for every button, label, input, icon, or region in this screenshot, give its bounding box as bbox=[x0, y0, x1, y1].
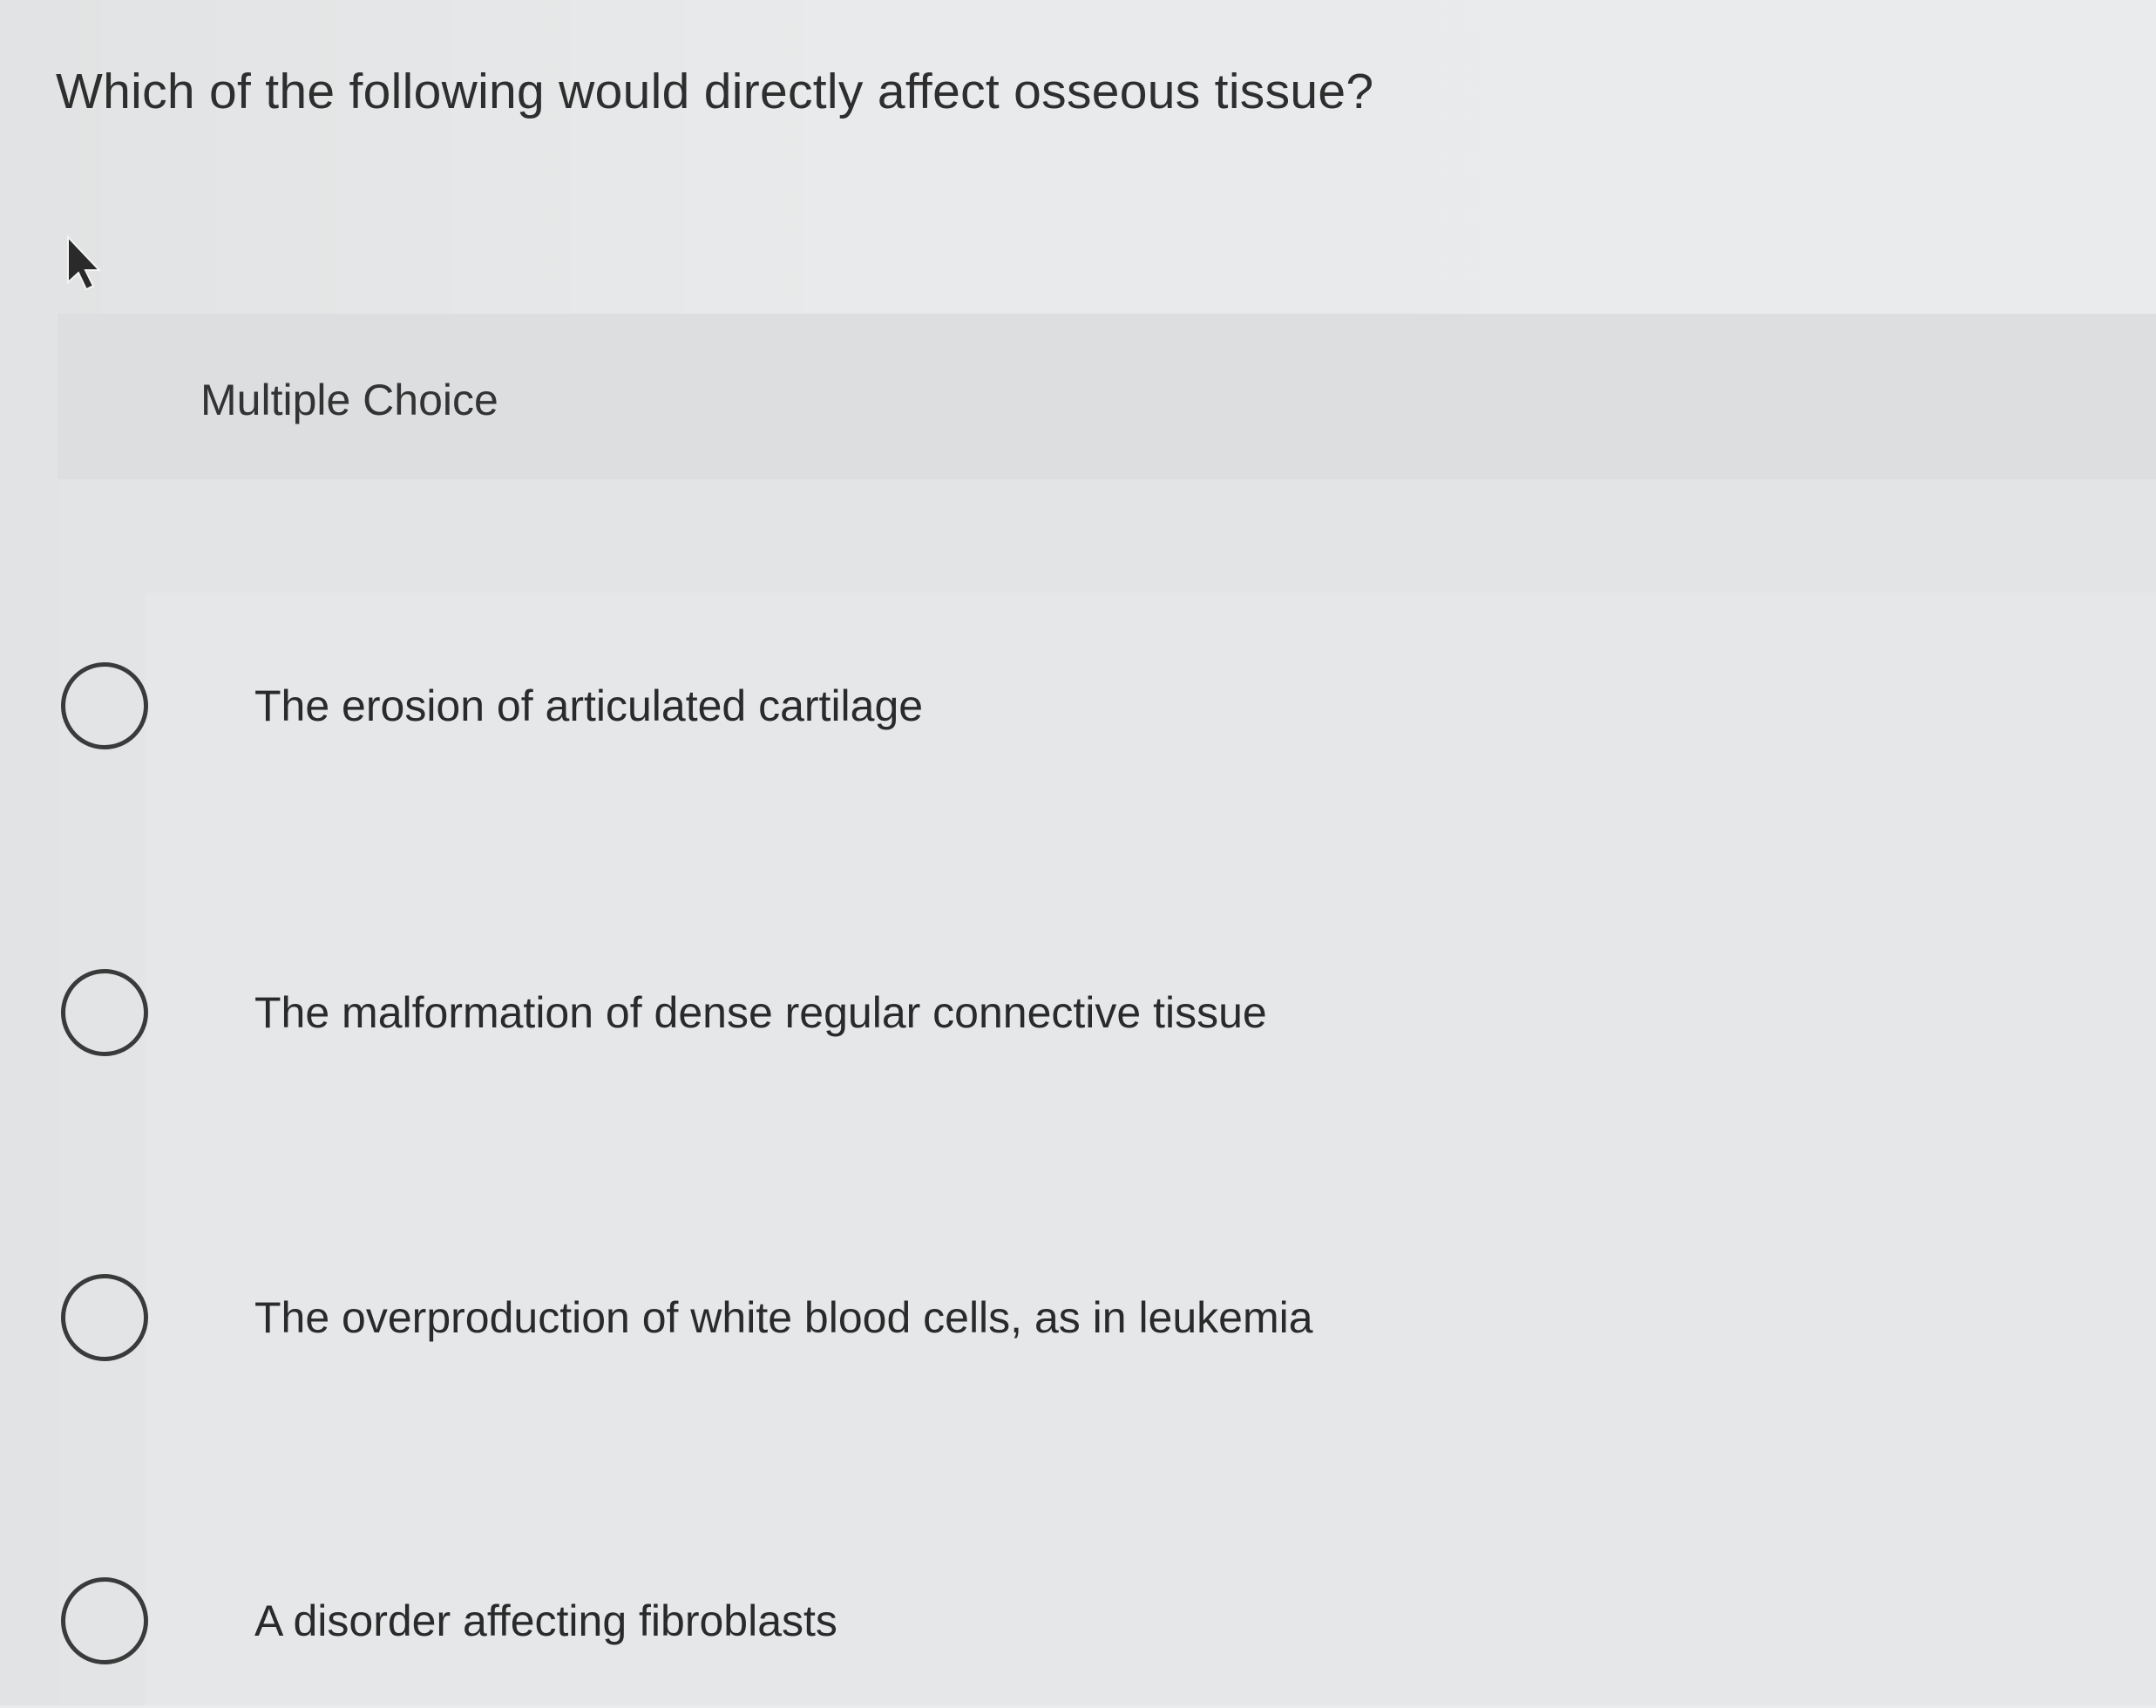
mouse-pointer-icon bbox=[67, 234, 102, 291]
question-text: Which of the following would directly af… bbox=[56, 64, 1374, 119]
radio-unchecked-icon[interactable] bbox=[61, 1274, 148, 1361]
option-malformation-dense-regular-connective-tissue[interactable]: The malformation of dense regular connec… bbox=[61, 925, 1978, 1100]
option-label: The overproduction of white blood cells,… bbox=[254, 1293, 1313, 1342]
option-erosion-articulated-cartilage[interactable]: The erosion of articulated cartilage bbox=[61, 619, 1978, 793]
screen: Which of the following would directly af… bbox=[0, 0, 2156, 1705]
option-label: A disorder affecting fibroblasts bbox=[254, 1596, 837, 1645]
radio-unchecked-icon[interactable] bbox=[61, 1577, 148, 1664]
multiple-choice-header: Multiple Choice bbox=[58, 314, 2156, 479]
option-overproduction-white-blood-cells[interactable]: The overproduction of white blood cells,… bbox=[61, 1230, 1978, 1405]
option-label: The malformation of dense regular connec… bbox=[254, 988, 1267, 1037]
radio-unchecked-icon[interactable] bbox=[61, 969, 148, 1056]
radio-unchecked-icon[interactable] bbox=[61, 662, 148, 749]
multiple-choice-label: Multiple Choice bbox=[200, 376, 498, 424]
option-disorder-affecting-fibroblasts[interactable]: A disorder affecting fibroblasts bbox=[61, 1534, 1978, 1708]
option-label: The erosion of articulated cartilage bbox=[254, 681, 924, 730]
